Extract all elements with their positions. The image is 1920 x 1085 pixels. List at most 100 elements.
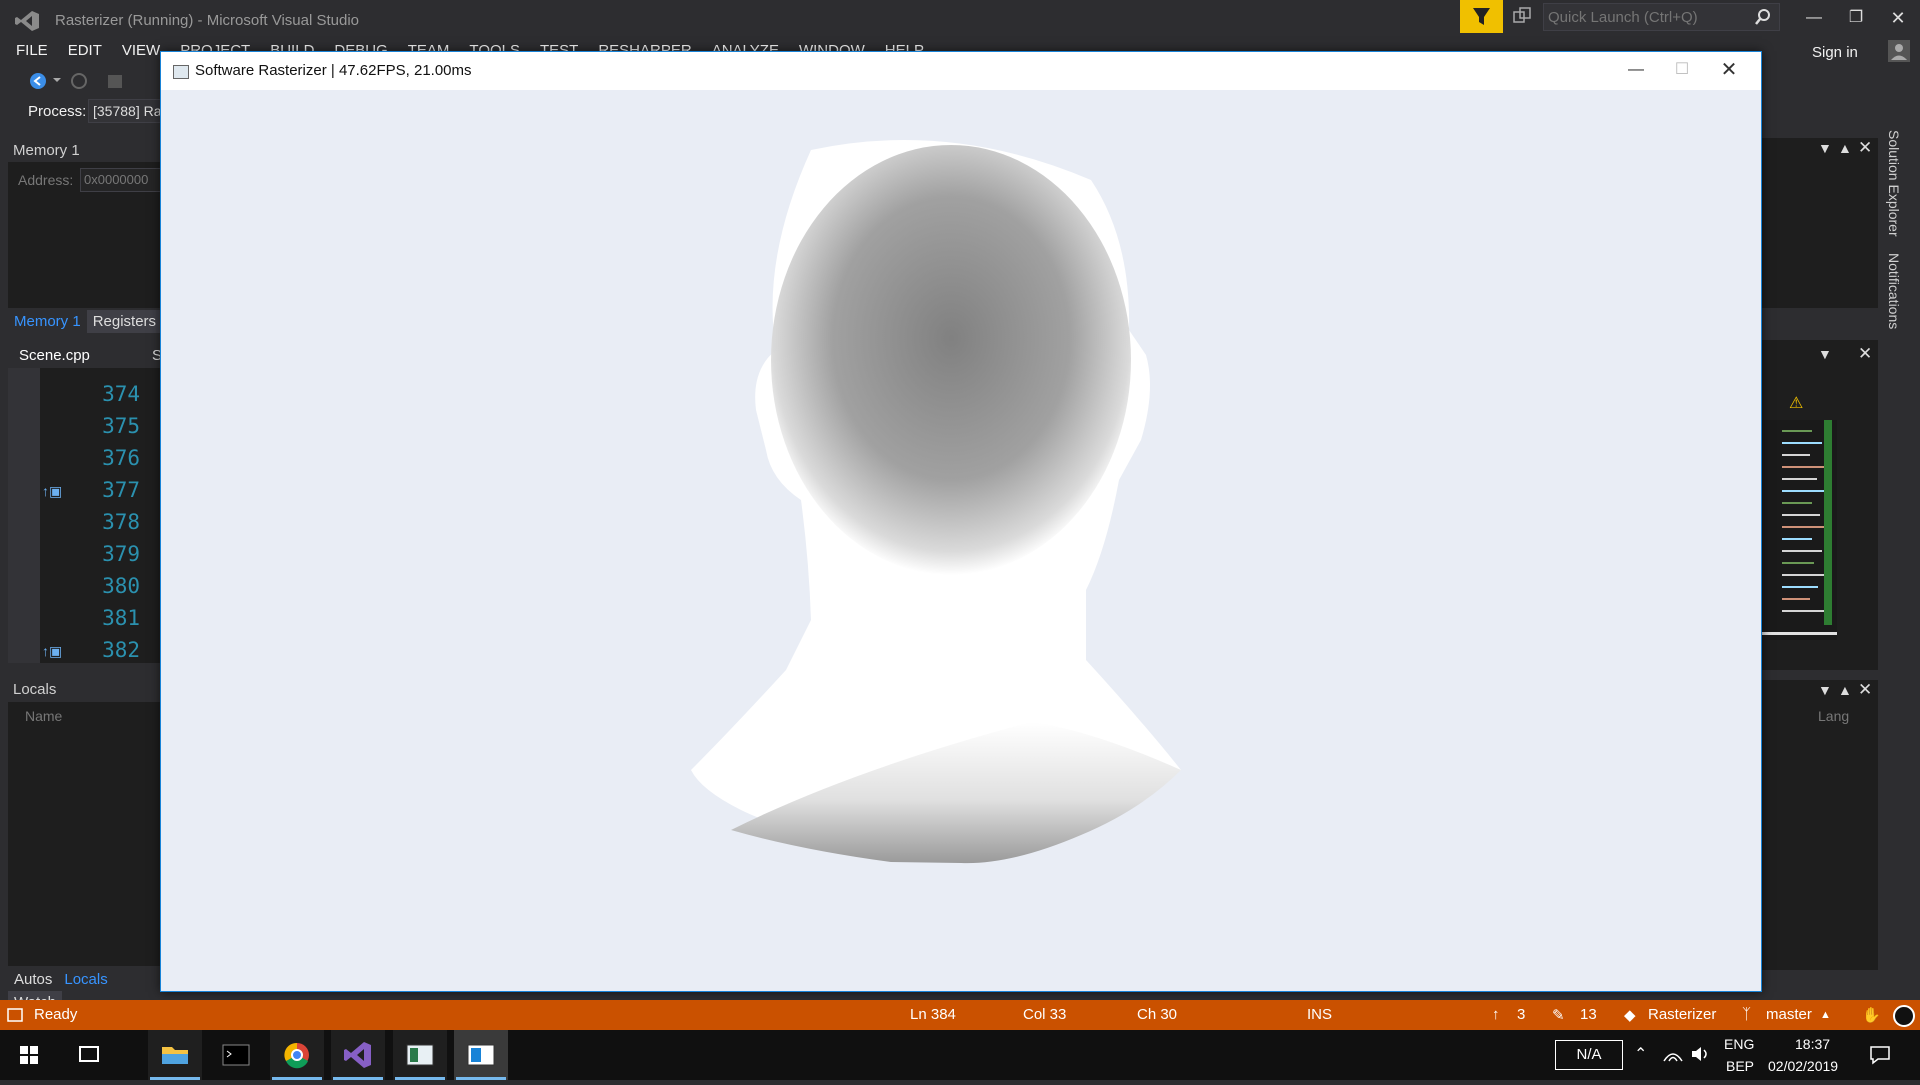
line-number: 376 bbox=[102, 446, 140, 470]
head-model bbox=[691, 140, 1181, 864]
line-number: 378 bbox=[102, 510, 140, 534]
visual-studio-icon bbox=[344, 1042, 371, 1068]
status-branch[interactable]: master bbox=[1766, 1006, 1812, 1023]
account-avatar-icon[interactable] bbox=[1888, 40, 1910, 62]
tab-autos[interactable]: Autos bbox=[8, 968, 58, 991]
status-line[interactable]: Ln 384 bbox=[910, 1006, 956, 1023]
close-button[interactable]: ✕ bbox=[1706, 52, 1752, 90]
status-insert-mode[interactable]: INS bbox=[1307, 1006, 1332, 1023]
right-panel-top bbox=[1760, 138, 1878, 308]
tray-na-indicator[interactable]: N/A bbox=[1555, 1040, 1623, 1070]
vs-restore-button[interactable]: ❐ bbox=[1838, 4, 1874, 32]
volume-icon[interactable] bbox=[1690, 1045, 1712, 1063]
tab-registers[interactable]: Registers bbox=[86, 310, 163, 333]
status-bar: Ready Ln 384 Col 33 Ch 30 INS ↑ 3 ✎ 13 ◆… bbox=[0, 1000, 1920, 1030]
memory-panel-header: Memory 1 bbox=[8, 138, 163, 162]
unpushed-commits-count[interactable]: 3 bbox=[1517, 1006, 1525, 1023]
action-center-icon[interactable] bbox=[1868, 1043, 1892, 1067]
maximize-button[interactable]: ☐ bbox=[1659, 52, 1705, 90]
git-change-icon[interactable]: ↑▣ bbox=[42, 643, 70, 661]
chrome-icon bbox=[284, 1042, 309, 1069]
taskbar-visual-studio[interactable] bbox=[331, 1030, 385, 1080]
code-minimap[interactable] bbox=[1762, 420, 1837, 640]
render-viewport[interactable] bbox=[161, 90, 1761, 991]
address-label: Address: bbox=[18, 172, 74, 188]
taskbar-chrome[interactable] bbox=[270, 1030, 324, 1080]
panel-menu-icon[interactable]: ▼ bbox=[1818, 346, 1832, 362]
windows-logo-icon bbox=[20, 1046, 38, 1064]
pin-icon[interactable]: ▲ bbox=[1838, 682, 1852, 698]
sign-in-link[interactable]: Sign in bbox=[1812, 44, 1858, 61]
unpushed-commits-icon[interactable]: ↑ bbox=[1492, 1006, 1500, 1023]
taskbar-app[interactable] bbox=[393, 1030, 447, 1080]
tab-solution-explorer[interactable]: Solution Explorer bbox=[1886, 130, 1902, 237]
memory-panel-title: Memory 1 bbox=[13, 142, 80, 159]
panel-menu-icon[interactable]: ▼ bbox=[1818, 140, 1832, 156]
toolbox-icon[interactable] bbox=[106, 72, 126, 90]
warning-icon[interactable]: ⚠ bbox=[1789, 393, 1803, 413]
close-icon[interactable]: ✕ bbox=[1858, 680, 1872, 700]
live-share-icon[interactable] bbox=[1512, 6, 1532, 26]
status-column[interactable]: Col 33 bbox=[1023, 1006, 1066, 1023]
git-change-icon[interactable]: ↑▣ bbox=[42, 483, 70, 501]
line-number: 381 bbox=[102, 606, 140, 630]
vs-minimize-button[interactable]: — bbox=[1796, 4, 1832, 32]
chevron-up-icon[interactable]: ▲ bbox=[1820, 1009, 1831, 1021]
task-view-button[interactable] bbox=[62, 1030, 116, 1080]
tab-scene-cpp[interactable]: Scene.cpp bbox=[13, 344, 96, 367]
vs-close-button[interactable]: ✕ bbox=[1880, 4, 1916, 32]
clock-date[interactable]: 02/02/2019 bbox=[1768, 1058, 1838, 1074]
rasterizer-title-bar[interactable]: Software Rasterizer | 47.62FPS, 21.00ms … bbox=[161, 52, 1761, 90]
input-language[interactable]: ENG bbox=[1724, 1036, 1754, 1052]
taskbar-rasterizer[interactable] bbox=[454, 1030, 508, 1080]
clock-time[interactable]: 18:37 bbox=[1795, 1036, 1830, 1052]
tab-memory-1[interactable]: Memory 1 bbox=[8, 310, 87, 333]
taskbar-file-explorer[interactable] bbox=[148, 1030, 202, 1080]
menu-file[interactable]: FILE bbox=[12, 40, 52, 61]
terminal-icon bbox=[222, 1044, 250, 1066]
quick-launch-input[interactable] bbox=[1544, 4, 1748, 30]
keyboard-layout[interactable]: BEP bbox=[1726, 1058, 1754, 1074]
rasterizer-app-icon bbox=[467, 1044, 495, 1066]
status-char[interactable]: Ch 30 bbox=[1137, 1006, 1177, 1023]
status-ready: Ready bbox=[34, 1006, 78, 1023]
locals-panel-title: Locals bbox=[13, 681, 57, 698]
navigate-forward-icon[interactable] bbox=[70, 72, 88, 90]
feedback-icon[interactable]: ✋ bbox=[1862, 1006, 1881, 1024]
filter-icon bbox=[1473, 8, 1490, 25]
memory-tabs: Memory 1 Registers bbox=[8, 310, 163, 334]
process-select[interactable]: [35788] Ra bbox=[88, 99, 164, 123]
git-branch-icon[interactable]: ᛉ bbox=[1742, 1006, 1751, 1023]
feedback-filter-button[interactable] bbox=[1460, 0, 1503, 33]
menu-edit[interactable]: EDIT bbox=[64, 40, 106, 61]
minimize-button[interactable]: — bbox=[1613, 52, 1659, 90]
editor-tab-bar: Scene.cpp Sc bbox=[8, 342, 170, 370]
memory-panel bbox=[8, 138, 163, 308]
address-input[interactable]: 0x0000000 bbox=[80, 168, 165, 192]
taskbar-terminal[interactable] bbox=[209, 1030, 263, 1080]
close-icon[interactable]: ✕ bbox=[1858, 138, 1872, 158]
wifi-icon[interactable] bbox=[1662, 1045, 1684, 1063]
pending-changes-count[interactable]: 13 bbox=[1580, 1006, 1597, 1023]
navigate-back-icon[interactable] bbox=[28, 72, 48, 90]
pending-changes-icon[interactable]: ✎ bbox=[1552, 1006, 1565, 1024]
notification-icon[interactable] bbox=[1893, 1005, 1915, 1027]
search-icon bbox=[1755, 9, 1770, 25]
git-repo-icon[interactable]: ◆ bbox=[1624, 1006, 1636, 1024]
output-window-icon[interactable] bbox=[6, 1007, 24, 1023]
locals-name-column[interactable]: Name bbox=[25, 708, 62, 724]
close-icon[interactable]: ✕ bbox=[1858, 344, 1872, 364]
tab-notifications[interactable]: Notifications bbox=[1886, 253, 1902, 329]
locals-lang-column[interactable]: Lang bbox=[1818, 708, 1849, 724]
pin-icon[interactable]: ▲ bbox=[1838, 140, 1852, 156]
chevron-up-icon[interactable]: ⌃ bbox=[1634, 1044, 1647, 1064]
start-button[interactable] bbox=[2, 1030, 56, 1080]
chevron-down-icon[interactable] bbox=[52, 76, 62, 84]
panel-menu-icon[interactable]: ▼ bbox=[1818, 682, 1832, 698]
toolbar bbox=[0, 68, 160, 94]
quick-launch-box[interactable] bbox=[1543, 3, 1780, 31]
status-project[interactable]: Rasterizer bbox=[1648, 1006, 1716, 1023]
menu-view[interactable]: VIEW bbox=[118, 40, 164, 61]
tab-locals[interactable]: Locals bbox=[58, 968, 113, 991]
line-number: 379 bbox=[102, 542, 140, 566]
